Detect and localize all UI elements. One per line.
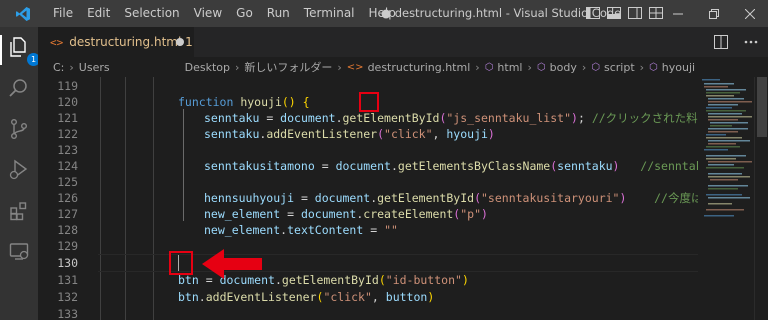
line-number-active: 130 <box>57 256 78 270</box>
symbol-field-icon: ⬡ <box>591 61 600 73</box>
activity-bar: 1 <box>0 27 40 320</box>
line-number: 129 <box>57 239 78 253</box>
indent-guide <box>153 77 154 320</box>
editor-actions <box>712 33 760 51</box>
remote-explorer-icon[interactable] <box>7 239 31 263</box>
breadcrumb-item[interactable]: hyouji <box>662 61 695 74</box>
line-number: 132 <box>57 290 78 304</box>
line-number: 131 <box>57 273 78 287</box>
symbol-field-icon: ⬡ <box>536 61 546 73</box>
window-controls <box>660 0 768 27</box>
html-file-icon: <> <box>50 35 64 49</box>
highlight-box-cursor <box>169 251 193 275</box>
search-icon[interactable] <box>7 76 31 100</box>
layout-controls <box>584 5 664 21</box>
menu-run[interactable]: Run <box>260 0 297 27</box>
title-bar: File Edit Selection View Go Run Terminal… <box>0 0 768 27</box>
chevron-right-icon: › <box>69 60 74 74</box>
code-area[interactable]: function hyouji() { senntaku = document.… <box>98 77 698 320</box>
breadcrumb-item[interactable]: Users <box>79 61 110 74</box>
breadcrumb-item[interactable]: C: <box>53 61 64 74</box>
menu-terminal[interactable]: Terminal <box>297 0 362 27</box>
toggle-panel-icon[interactable] <box>605 5 622 21</box>
toggle-primary-sidebar-icon[interactable] <box>584 5 601 21</box>
menu-bar: File Edit Selection View Go Run Terminal… <box>46 0 403 27</box>
indent-guide <box>100 77 101 320</box>
menu-go[interactable]: Go <box>229 0 260 27</box>
toggle-secondary-sidebar-icon[interactable] <box>626 5 643 21</box>
line-number-gutter: 119 120 121 122 123 124 125 126 127 128 … <box>38 77 78 320</box>
code-line-122: senntaku.addEventListener("click", hyouj… <box>204 127 495 141</box>
vscode-logo-icon <box>0 0 46 27</box>
minimap-preview <box>702 79 752 217</box>
tab-destructuring-html[interactable]: <> destructuring.html 1 <box>38 27 194 57</box>
chevron-right-icon: › <box>337 60 342 74</box>
code-editor[interactable]: 119 120 121 122 123 124 125 126 127 128 … <box>38 77 698 320</box>
scrollbar-thumb[interactable] <box>757 77 767 137</box>
code-line-124: senntakusitamono = document.getElementsB… <box>204 159 698 173</box>
menu-selection[interactable]: Selection <box>117 0 186 27</box>
tab-bar: <> destructuring.html 1 <box>38 27 768 57</box>
breadcrumb-item[interactable]: destructuring.html <box>368 61 471 74</box>
tab-label: destructuring.html 1 <box>69 35 193 49</box>
breadcrumb-item[interactable]: 新しいフォルダー <box>244 59 332 75</box>
run-debug-icon[interactable] <box>7 157 31 181</box>
breadcrumb-item[interactable]: script <box>604 61 635 74</box>
breadcrumb-item[interactable]: body <box>550 61 577 74</box>
red-arrow-icon <box>202 249 262 279</box>
minimize-icon[interactable] <box>660 0 696 27</box>
active-indent-guide <box>183 109 184 221</box>
chevron-right-icon: › <box>475 60 480 74</box>
extensions-icon[interactable] <box>7 199 31 223</box>
unsaved-dot-icon[interactable] <box>176 38 184 46</box>
explorer-icon[interactable]: 1 <box>7 35 40 66</box>
restore-icon[interactable] <box>696 0 732 27</box>
html-file-icon: <> <box>346 61 364 73</box>
active-indicator <box>0 35 2 65</box>
more-actions-icon[interactable] <box>742 33 760 51</box>
line-number: 133 <box>57 307 78 320</box>
breadcrumb: C: › Users Desktop › 新しいフォルダー › <> destr… <box>38 57 768 77</box>
chevron-right-icon: › <box>639 60 645 74</box>
symbol-field-icon: ⬡ <box>484 61 494 73</box>
close-icon[interactable] <box>732 0 768 27</box>
menu-edit[interactable]: Edit <box>80 0 117 27</box>
source-control-icon[interactable] <box>7 117 31 141</box>
chevron-right-icon: › <box>581 60 587 74</box>
indent-guide <box>125 77 126 320</box>
code-line-132: btn.addEventListener("click", button) <box>178 290 435 304</box>
code-line-128: new_element.textContent = "" <box>204 223 398 237</box>
split-editor-icon[interactable] <box>712 33 730 51</box>
menu-file[interactable]: File <box>46 0 80 27</box>
breadcrumb-item[interactable]: html <box>497 61 522 74</box>
highlight-box-open-brace <box>359 92 379 112</box>
vertical-scrollbar[interactable] <box>754 77 768 320</box>
chevron-right-icon: › <box>527 60 532 74</box>
symbol-method-icon: ⬡ <box>649 61 658 73</box>
chevron-right-icon: › <box>234 60 240 74</box>
minimap[interactable] <box>698 77 754 320</box>
menu-view[interactable]: View <box>187 0 229 27</box>
breadcrumb-item[interactable]: Desktop <box>185 61 230 74</box>
